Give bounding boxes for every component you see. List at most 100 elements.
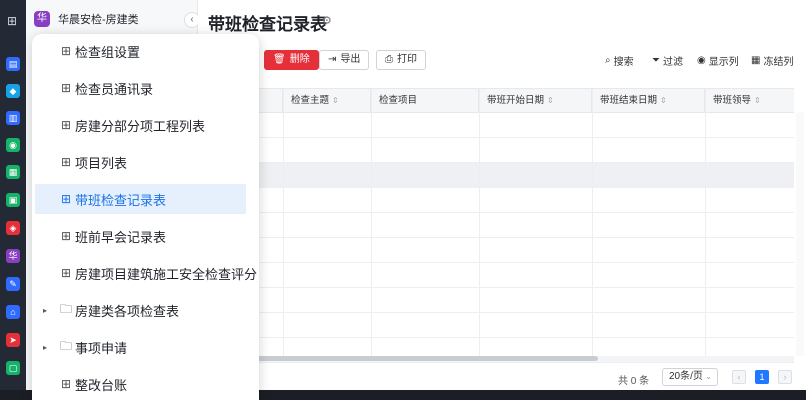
next-page-button[interactable]: › bbox=[778, 370, 792, 384]
filter-button[interactable]: ⏷ 过滤 bbox=[652, 53, 683, 68]
search-icon: ⌕ bbox=[605, 55, 611, 66]
app-icon-8[interactable]: 华 bbox=[6, 249, 20, 263]
app-icon-11[interactable]: ➤ bbox=[6, 333, 20, 347]
app-icon-7[interactable]: ◈ bbox=[6, 221, 20, 235]
page-title: 带班检查记录表 bbox=[208, 15, 327, 34]
export-icon: ⇥ bbox=[328, 54, 337, 65]
menu-item-label: 房建项目建筑施工安全检查评分 bbox=[75, 266, 258, 282]
header-label: 带班开始日期 bbox=[487, 95, 545, 106]
column-divider bbox=[479, 89, 480, 357]
menu-item-6[interactable]: ⊞ 班前早会记录表 bbox=[35, 221, 246, 251]
search-label: 搜索 bbox=[613, 57, 634, 68]
app-icon-1[interactable]: ▤ bbox=[6, 57, 20, 71]
grid-icon: ⊞ bbox=[60, 266, 72, 280]
app-icon-4[interactable]: ◉ bbox=[6, 138, 20, 152]
sort-icon[interactable]: ⇕ bbox=[754, 96, 761, 105]
print-button[interactable]: ⎙ 打印 bbox=[376, 50, 426, 70]
menu-item-5[interactable]: ⊞ 带班检查记录表 bbox=[35, 184, 246, 214]
expand-arrow-icon[interactable]: ▸ bbox=[43, 306, 47, 315]
trash-icon: 🗑 bbox=[273, 54, 286, 65]
app-icon-3[interactable]: ▥ bbox=[6, 111, 20, 125]
delete-button[interactable]: 🗑 删除 bbox=[264, 50, 319, 70]
search-button[interactable]: ⌕ 搜索 bbox=[605, 53, 634, 68]
main-content: 带班检查记录表 ⚙ 🗑 删除 ⇥ 导出 ⎙ 打印 ⌕ 搜索 ⏷ 过滤 ◉ 显示列 ▦ 冻结列 … bbox=[198, 0, 806, 390]
folder-icon: 🗀 bbox=[59, 301, 72, 316]
prev-page-button[interactable]: ‹ bbox=[732, 370, 746, 384]
column-header-start-date[interactable]: 带班开始日期 ⇕ bbox=[479, 89, 592, 113]
pager-total: 共 0 条 bbox=[618, 376, 650, 387]
menu-item-label: 检查组设置 bbox=[75, 44, 141, 60]
column-divider bbox=[705, 89, 706, 357]
menu-item-label: 检查员通讯录 bbox=[75, 81, 154, 97]
menu-item-1[interactable]: ⊞ 检查组设置 bbox=[35, 36, 246, 66]
vertical-scrollbar[interactable] bbox=[796, 112, 804, 356]
menu-item-label: 房建类各项检查表 bbox=[75, 303, 180, 319]
expand-arrow-icon[interactable]: ▸ bbox=[43, 343, 47, 352]
sort-icon[interactable]: ⇕ bbox=[547, 96, 554, 105]
grid-icon[interactable]: ⊞ bbox=[5, 14, 19, 28]
app-logo: 华 bbox=[34, 11, 50, 27]
column-divider bbox=[283, 89, 284, 357]
menu-item-label: 事项申请 bbox=[75, 340, 128, 356]
menu-item-label: 整改台账 bbox=[75, 377, 128, 393]
menu-item-2[interactable]: ⊞ 检查员通讯录 bbox=[35, 73, 246, 103]
app-icon-5[interactable]: ▦ bbox=[6, 165, 20, 179]
export-button[interactable]: ⇥ 导出 bbox=[319, 50, 370, 70]
eye-icon: ◉ bbox=[697, 55, 706, 66]
header-label: 带班领导 bbox=[713, 95, 752, 106]
folder-icon: 🗀 bbox=[59, 338, 72, 353]
chevron-down-icon: ⌄ bbox=[705, 372, 712, 381]
grid-icon: ⊞ bbox=[60, 44, 72, 58]
export-label: 导出 bbox=[340, 54, 361, 65]
navigation-popup-menu: ⊞ 检查组设置 ⊞ 检查员通讯录 ⊞ 房建分部分项工程列表 ⊞ 项目列表 ⊞ 带班检查记录表 ⊞ 班前… bbox=[32, 34, 259, 400]
app-rail: ⊞ ▤ ◆ ▥ ◉ ▦ ▣ ◈ 华 ✎ ⌂ ➤ ▢ bbox=[0, 0, 26, 390]
column-header-leader[interactable]: 带班领导 ⇕ bbox=[705, 89, 794, 113]
app-icon-12[interactable]: ▢ bbox=[6, 361, 20, 375]
grid-icon: ⊞ bbox=[60, 229, 72, 243]
column-divider bbox=[371, 89, 372, 357]
freeze-label: 冻结列 bbox=[763, 57, 794, 68]
freeze-icon: ▦ bbox=[751, 55, 761, 66]
gear-icon[interactable]: ⚙ bbox=[322, 15, 334, 27]
app-title: 华晨安检-房建类 bbox=[58, 14, 139, 26]
menu-item-8[interactable]: ▸ 🗀 房建类各项检查表 bbox=[35, 295, 246, 325]
print-label: 打印 bbox=[397, 54, 417, 65]
app-icon-10[interactable]: ⌂ bbox=[6, 305, 20, 319]
freeze-columns-button[interactable]: ▦ 冻结列 bbox=[751, 53, 793, 68]
app-icon-6[interactable]: ▣ bbox=[6, 193, 20, 207]
menu-item-label: 项目列表 bbox=[75, 155, 128, 171]
app-icon-2[interactable]: ◆ bbox=[6, 84, 20, 98]
page-number-button[interactable]: 1 bbox=[755, 370, 769, 384]
menu-item-4[interactable]: ⊞ 项目列表 bbox=[35, 147, 246, 177]
grid-icon: ⊞ bbox=[60, 377, 72, 391]
menu-item-label: 带班检查记录表 bbox=[75, 192, 167, 208]
menu-item-label: 班前早会记录表 bbox=[75, 229, 167, 245]
printer-icon: ⎙ bbox=[385, 54, 393, 65]
page-size-value: 20条/页 bbox=[669, 371, 703, 382]
column-header-item[interactable]: 检查项目 bbox=[371, 89, 479, 113]
menu-item-10[interactable]: ⊞ 整改台账 bbox=[35, 369, 246, 399]
columns-label: 显示列 bbox=[708, 57, 739, 68]
menu-item-9[interactable]: ▸ 🗀 事项申请 bbox=[35, 332, 246, 362]
grid-icon: ⊞ bbox=[60, 192, 72, 206]
delete-label: 删除 bbox=[289, 54, 310, 65]
menu-item-7[interactable]: ⊞ 房建项目建筑施工安全检查评分 bbox=[35, 258, 257, 288]
page-size-select[interactable]: 20条/页 ⌄ bbox=[662, 368, 718, 386]
column-header-topic[interactable]: 检查主题 ⇕ bbox=[283, 89, 371, 113]
sort-icon[interactable]: ⇕ bbox=[660, 96, 667, 105]
menu-item-label: 房建分部分项工程列表 bbox=[75, 118, 206, 134]
columns-button[interactable]: ◉ 显示列 bbox=[697, 53, 739, 68]
data-table: 序号 检查主题⇕ 检查项目 带班开始日期⇕ 带班结束日期⇕ 带班领导⇕ bbox=[198, 88, 794, 363]
sidebar-header[interactable]: 华 华晨安检-房建类 bbox=[34, 9, 139, 29]
sort-icon[interactable]: ⇕ bbox=[332, 96, 339, 105]
header-label: 检查主题 bbox=[291, 95, 330, 106]
header-label: 带班结束日期 bbox=[600, 95, 658, 106]
filter-icon: ⏷ bbox=[652, 55, 660, 66]
app-icon-9[interactable]: ✎ bbox=[6, 277, 20, 291]
header-label: 检查项目 bbox=[379, 95, 418, 106]
grid-icon: ⊞ bbox=[60, 118, 72, 132]
filter-label: 过滤 bbox=[663, 57, 683, 68]
menu-item-3[interactable]: ⊞ 房建分部分项工程列表 bbox=[35, 110, 246, 140]
column-divider bbox=[592, 89, 593, 357]
column-header-end-date[interactable]: 带班结束日期 ⇕ bbox=[592, 89, 705, 113]
